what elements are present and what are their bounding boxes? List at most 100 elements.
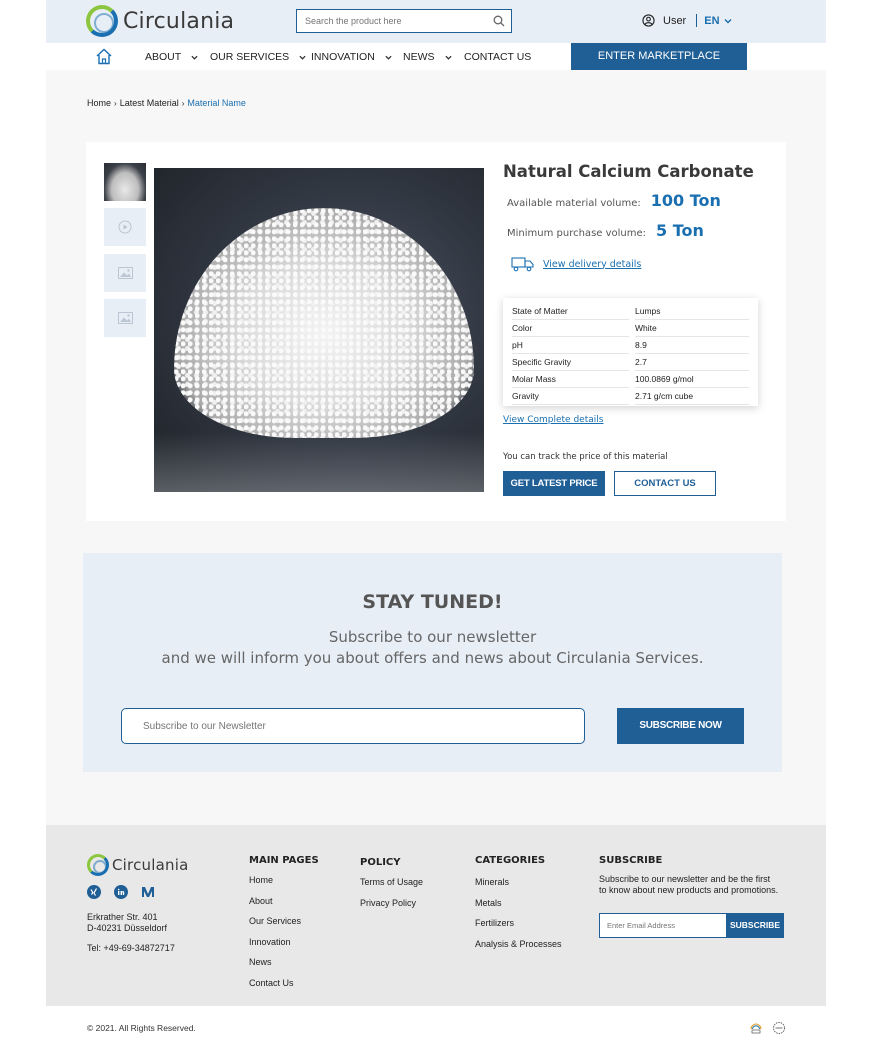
footer-logo[interactable]: Circulania: [87, 854, 188, 876]
footer-link-terms[interactable]: Terms of Usage: [360, 877, 423, 898]
footer-link-metals[interactable]: Metals: [475, 898, 562, 919]
truck-icon: [511, 257, 534, 272]
spec-key: Specific Gravity: [512, 354, 629, 371]
get-latest-price-button[interactable]: GET LATEST PRICE: [503, 471, 605, 496]
image-icon: [117, 267, 133, 279]
footer-email-box: [599, 913, 727, 938]
spec-row: Specific Gravity 2.7: [512, 354, 749, 371]
nav-item-news[interactable]: NEWS: [403, 51, 452, 63]
footer-main-pages: MAIN PAGES Home About Our Services Innov…: [249, 855, 319, 998]
footer-link-news[interactable]: News: [249, 957, 319, 978]
newsletter-email-input[interactable]: [122, 709, 584, 743]
user-label[interactable]: User: [663, 15, 686, 27]
spec-row: Gravity 2.71 g/cm cube: [512, 388, 749, 405]
specs-table: State of Matter Lumps Color White pH 8.9 Sp…: [503, 298, 758, 406]
page: Circulania User EN: [0, 0, 873, 1052]
search-box: [296, 9, 512, 33]
minimum-volume-label: Minimum purchase volume:: [507, 228, 647, 239]
spec-value: 2.7: [635, 354, 749, 371]
contact-us-button[interactable]: CONTACT US: [614, 471, 716, 496]
footer-column-title: SUBSCRIBE: [599, 855, 663, 866]
footer-link-minerals[interactable]: Minerals: [475, 877, 562, 898]
footer-column-title: CATEGORIES: [475, 855, 546, 866]
search-icon[interactable]: [493, 15, 505, 27]
nav-item-innovation[interactable]: INNOVATION: [311, 51, 392, 63]
footer-link-contact-us[interactable]: Contact Us: [249, 978, 319, 999]
footer-column-title: MAIN PAGES: [249, 855, 319, 866]
available-volume-value: 100 Ton: [650, 191, 721, 210]
xing-icon[interactable]: [87, 885, 101, 899]
view-delivery-details-link[interactable]: View delivery details: [543, 259, 641, 270]
main-nav: ABOUT OUR SERVICES INNOVATION NEWS CONTA…: [46, 43, 826, 70]
newsletter-title: STAY TUNED!: [362, 591, 503, 613]
thumbnail-video[interactable]: [104, 208, 146, 246]
thumbnail-placeholder[interactable]: [104, 254, 146, 292]
footer-link-our-services[interactable]: Our Services: [249, 916, 319, 937]
photo-reflection: [154, 432, 484, 492]
user-icon[interactable]: [642, 14, 655, 27]
footer-link-innovation[interactable]: Innovation: [249, 937, 319, 958]
chevron-down-icon: [723, 18, 732, 24]
logo-ring-icon: [87, 854, 109, 876]
language-selector[interactable]: EN: [704, 14, 732, 27]
breadcrumb-home[interactable]: Home: [87, 98, 111, 108]
track-price-text: You can track the price of this material: [503, 452, 668, 462]
address-line: D-40231 Düsseldorf: [87, 923, 168, 933]
footer-brand-name: Circulania: [112, 856, 189, 874]
user-menu: User EN: [642, 14, 732, 27]
minimum-volume: Minimum purchase volume: 5 Ton: [507, 221, 704, 240]
play-icon: [118, 220, 132, 234]
chevron-down-icon: [444, 55, 452, 60]
footer-link-privacy[interactable]: Privacy Policy: [360, 898, 423, 919]
language-label: EN: [704, 14, 720, 27]
spec-value: White: [635, 320, 749, 337]
footer-policy: POLICY Terms of Usage Privacy Policy: [360, 857, 423, 918]
thumbnail-placeholder[interactable]: [104, 299, 146, 337]
breadcrumb-latest-material[interactable]: Latest Material: [120, 98, 179, 108]
breadcrumb-separator-icon: ›: [181, 98, 185, 108]
image-icon: [117, 312, 133, 324]
product-photo-pile: [174, 208, 474, 438]
footer-link-analysis-processes[interactable]: Analysis & Processes: [475, 939, 562, 960]
footer-link-home[interactable]: Home: [249, 875, 319, 896]
product-card: Natural Calcium Carbonate Available mate…: [86, 142, 786, 521]
spec-key: Molar Mass: [512, 371, 629, 388]
spec-value: 100.0869 g/mol: [635, 371, 749, 388]
spec-row: State of Matter Lumps: [512, 303, 749, 320]
enter-marketplace-button[interactable]: ENTER MARKETPLACE: [571, 43, 747, 70]
newsletter-input-box: [121, 708, 585, 744]
thumbnail-image[interactable]: [104, 163, 146, 201]
spec-row: Molar Mass 100.0869 g/mol: [512, 371, 749, 388]
brand-name: Circulania: [123, 8, 235, 34]
nav-item-label: OUR SERVICES: [210, 51, 290, 63]
subscribe-now-button[interactable]: SUBSCRIBE NOW: [617, 708, 744, 744]
nav-item-our-services[interactable]: OUR SERVICES: [210, 51, 306, 63]
delivery-details: View delivery details: [511, 256, 641, 272]
breadcrumb: Home › Latest Material › Material Name: [87, 98, 246, 108]
social-links: [87, 885, 168, 899]
medium-icon[interactable]: [141, 885, 155, 899]
nav-item-contact-us[interactable]: CONTACT US: [464, 51, 531, 63]
brand-logo[interactable]: Circulania: [86, 5, 234, 37]
cloud-badge-icon[interactable]: [749, 1021, 763, 1035]
spec-value: Lumps: [635, 303, 749, 320]
breadcrumb-separator-icon: ›: [114, 98, 117, 108]
search-input[interactable]: [297, 10, 477, 32]
nav-item-label: CONTACT US: [464, 51, 532, 63]
footer-link-fertilizers[interactable]: Fertilizers: [475, 918, 562, 939]
view-complete-details-link[interactable]: View Complete details: [503, 415, 603, 425]
eu-badge-icon[interactable]: [772, 1021, 786, 1035]
footer-email-input[interactable]: [600, 914, 726, 937]
footer-subscribe-button[interactable]: SUBSCRIBE: [726, 913, 784, 938]
nav-item-label: ABOUT: [145, 51, 182, 63]
nav-item-about[interactable]: ABOUT: [145, 51, 198, 63]
spec-key: pH: [512, 337, 629, 354]
linkedin-icon[interactable]: [114, 885, 128, 899]
available-volume: Available material volume: 100 Ton: [507, 191, 721, 210]
breadcrumb-current: Material Name: [187, 98, 246, 108]
logo-ring-icon: [86, 5, 118, 37]
spec-key: Gravity: [512, 388, 629, 405]
footer-link-about[interactable]: About: [249, 896, 319, 917]
available-volume-label: Available material volume:: [507, 198, 641, 209]
home-icon[interactable]: [95, 48, 113, 65]
